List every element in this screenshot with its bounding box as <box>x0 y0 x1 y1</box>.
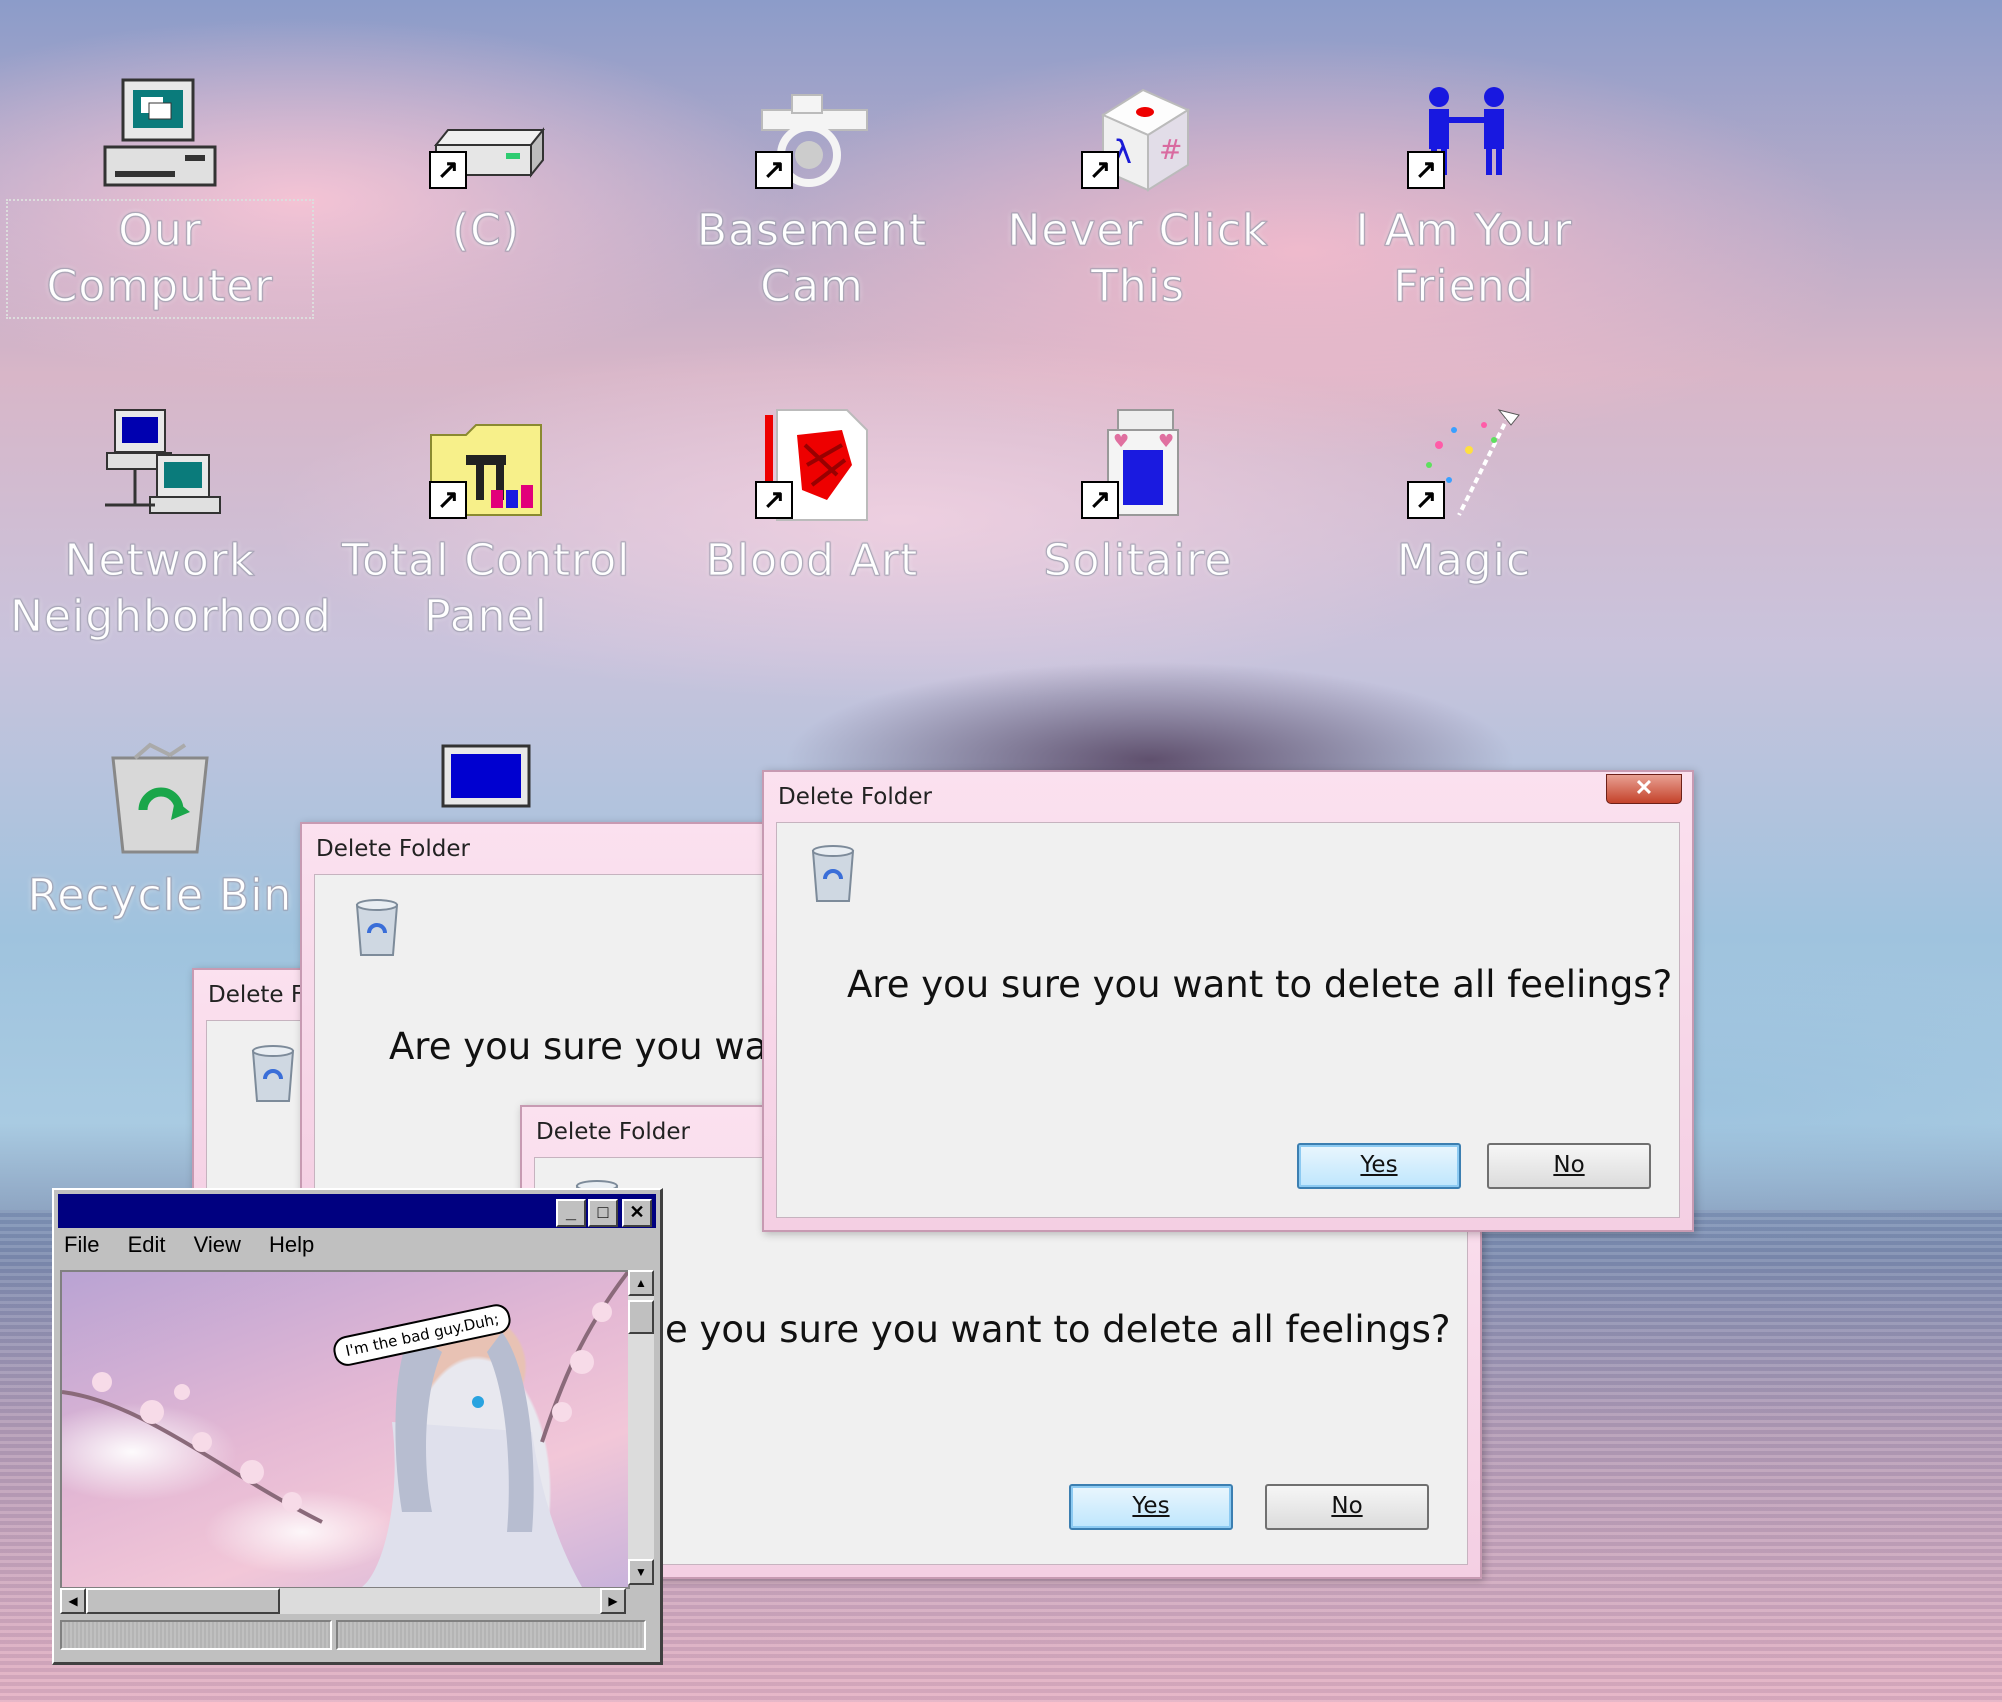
desktop-icon-label: (C) <box>451 205 521 257</box>
paint-icon: ↗ <box>747 405 877 525</box>
status-pane-1 <box>60 1620 332 1650</box>
cherry-blossom-branch <box>62 1272 628 1587</box>
desktop-icon-never-click-this[interactable]: λ # ↗ Never Click This <box>988 75 1288 315</box>
dialog-body: Are you sure you want to delete all feel… <box>776 822 1680 1218</box>
recycle-bin-icon <box>95 740 225 860</box>
menu-bar: File Edit View Help <box>64 1232 336 1266</box>
recycle-bin-icon <box>351 897 403 959</box>
arrow-right-icon: ▶ <box>608 1594 618 1608</box>
horizontal-scroll-thumb[interactable] <box>86 1588 280 1614</box>
desktop-icon-label: Blood Art <box>705 535 919 587</box>
no-button[interactable]: No <box>1265 1484 1429 1530</box>
dialog-message: Are you sure you wan <box>389 1025 791 1068</box>
shortcut-arrow-icon: ↗ <box>1081 481 1119 519</box>
no-button-label: No <box>1553 1152 1585 1178</box>
desktop-icon-label: Solitaire <box>1043 535 1233 587</box>
desktop-icon-i-am-your-friend[interactable]: ↗ I Am Your Friend <box>1314 75 1614 315</box>
camera-icon: ↗ <box>747 75 877 195</box>
magic-wand-icon: ↗ <box>1399 405 1529 525</box>
desktop-icon-our-computer[interactable]: Our Computer <box>6 75 314 319</box>
menu-edit[interactable]: Edit <box>128 1232 166 1257</box>
image-view: I'm the bad guy.Duh; <box>60 1270 630 1589</box>
scroll-down-button[interactable]: ▼ <box>628 1559 654 1585</box>
dialog-message: Are you sure you want to delete all feel… <box>847 963 1673 1006</box>
arrow-down-icon: ▼ <box>635 1565 647 1579</box>
yes-button-label: Yes <box>1132 1493 1170 1519</box>
desktop-icon-label: Network Neighborhood <box>10 535 332 643</box>
scroll-left-button[interactable]: ◀ <box>60 1588 86 1614</box>
recycle-bin-icon <box>247 1043 299 1105</box>
delete-folder-dialog-front[interactable]: Delete Folder ✕ Are you sure you want to… <box>762 770 1694 1232</box>
dialog-title: Delete Folder <box>536 1119 690 1145</box>
maximize-button[interactable]: □ <box>588 1199 618 1227</box>
recycle-bin-icon <box>807 843 859 905</box>
desktop-icon-label: Basement Cam <box>696 205 928 313</box>
svg-text:♥: ♥ <box>1113 431 1129 452</box>
title-bar[interactable]: _ □ ✕ <box>58 1194 656 1228</box>
shortcut-arrow-icon: ↗ <box>429 151 467 189</box>
shortcut-arrow-icon: ↗ <box>429 481 467 519</box>
desktop-icon-label: Total Control Panel <box>341 535 631 643</box>
status-pane-2 <box>336 1620 646 1650</box>
my-computer-icon <box>95 75 225 195</box>
yes-button-label: Yes <box>1360 1152 1398 1178</box>
shortcut-arrow-icon: ↗ <box>1407 151 1445 189</box>
shortcut-arrow-icon: ↗ <box>1081 151 1119 189</box>
yes-button[interactable]: Yes <box>1297 1143 1461 1189</box>
drive-icon: ↗ <box>421 75 551 195</box>
maximize-icon: □ <box>597 1202 609 1222</box>
svg-text:♥: ♥ <box>1158 431 1174 452</box>
desktop-icon-magic[interactable]: ↗ Magic <box>1314 405 1614 589</box>
dialog-title: Delete Folder <box>778 784 932 810</box>
minimize-icon: _ <box>565 1202 576 1222</box>
desktop-icon-recycle-bin[interactable]: Recycle Bin <box>10 740 310 924</box>
dice-icon: λ # ↗ <box>1073 75 1203 195</box>
image-viewer-window[interactable]: _ □ ✕ File Edit View Help I'm the bad gu… <box>52 1188 663 1665</box>
menu-file[interactable]: File <box>64 1232 99 1257</box>
menu-help[interactable]: Help <box>269 1232 314 1257</box>
shortcut-arrow-icon: ↗ <box>755 481 793 519</box>
close-icon: ✕ <box>629 1202 645 1222</box>
close-button[interactable]: ✕ <box>622 1199 652 1227</box>
horizontal-scrollbar[interactable]: ◀ ▶ <box>60 1588 626 1614</box>
desktop-icon-label: Magic <box>1396 535 1532 587</box>
status-bar <box>60 1620 650 1650</box>
vertical-scroll-thumb[interactable] <box>628 1300 654 1334</box>
solitaire-icon: ♥ ♥ ↗ <box>1073 405 1203 525</box>
svg-text:#: # <box>1159 133 1182 166</box>
close-button[interactable]: ✕ <box>1606 774 1682 804</box>
yes-button[interactable]: Yes <box>1069 1484 1233 1530</box>
desktop-icon-total-control-panel[interactable]: ↗ Total Control Panel <box>336 405 636 645</box>
desktop-icon-c-drive[interactable]: ↗ (C) <box>336 75 636 259</box>
menu-view[interactable]: View <box>194 1232 241 1257</box>
dialog-message: e you sure you want to delete all feelin… <box>665 1308 1451 1351</box>
people-icon: ↗ <box>1399 75 1529 195</box>
desktop-icon-solitaire[interactable]: ♥ ♥ ↗ Solitaire <box>988 405 1288 589</box>
desktop-icon-network-neighborhood[interactable]: Network Neighborhood <box>10 405 332 645</box>
control-panel-icon: ↗ <box>421 405 551 525</box>
network-icon <box>95 405 225 525</box>
scroll-up-button[interactable]: ▲ <box>628 1270 654 1296</box>
close-icon: ✕ <box>1634 775 1654 800</box>
desktop-icon-label: I Am Your Friend <box>1355 205 1573 313</box>
vertical-scrollbar[interactable]: ▲ ▼ <box>628 1270 654 1585</box>
shortcut-arrow-icon: ↗ <box>1407 481 1445 519</box>
shortcut-arrow-icon: ↗ <box>755 151 793 189</box>
desktop: Our Computer ↗ (C) ↗ Basement Cam λ # ↗ … <box>0 0 2002 1702</box>
desktop-icon-label: Never Click This <box>1007 205 1269 313</box>
dialog-title: Delete Folder <box>316 836 470 862</box>
no-button[interactable]: No <box>1487 1143 1651 1189</box>
desktop-icon-basement-cam[interactable]: ↗ Basement Cam <box>662 75 962 315</box>
arrow-up-icon: ▲ <box>635 1276 647 1290</box>
desktop-icon-label: Our Computer <box>6 199 314 319</box>
desktop-icon-label: Recycle Bin <box>27 870 293 922</box>
minimize-button[interactable]: _ <box>556 1199 586 1227</box>
scroll-right-button[interactable]: ▶ <box>600 1588 626 1614</box>
desktop-icon-blood-art[interactable]: ↗ Blood Art <box>662 405 962 589</box>
no-button-label: No <box>1331 1493 1363 1519</box>
arrow-left-icon: ◀ <box>68 1594 78 1608</box>
